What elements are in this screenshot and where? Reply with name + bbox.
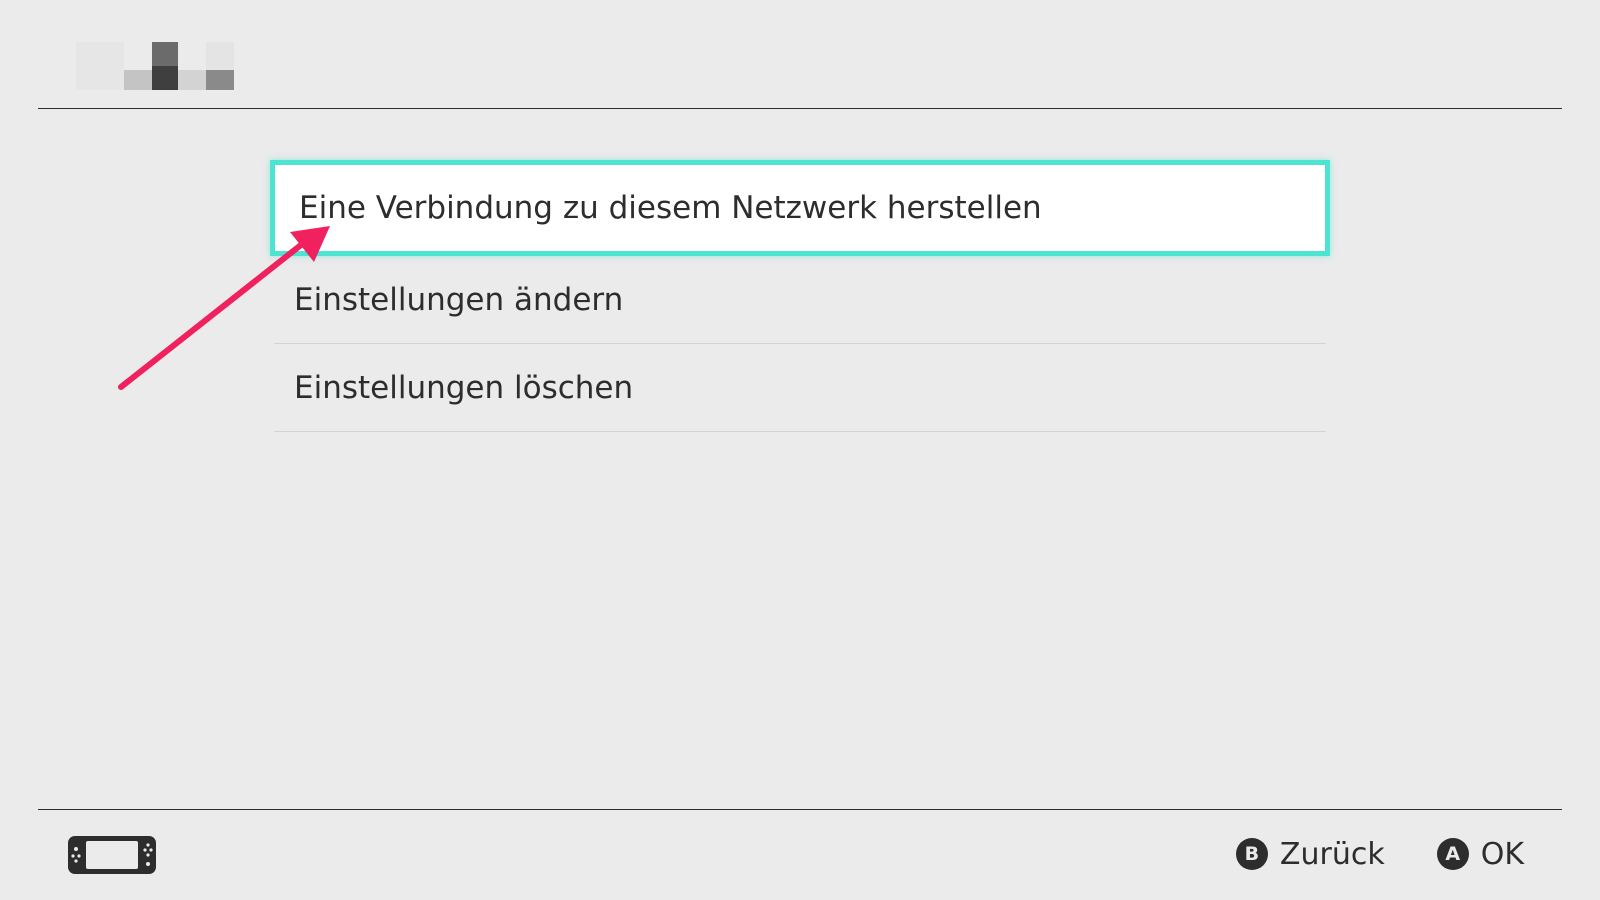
network-options-menu: Eine Verbindung zu diesem Netzwerk herst… bbox=[270, 160, 1330, 432]
menu-item-label: Eine Verbindung zu diesem Netzwerk herst… bbox=[299, 190, 1042, 226]
footer-divider bbox=[38, 809, 1562, 810]
screen: Eine Verbindung zu diesem Netzwerk herst… bbox=[0, 0, 1600, 900]
menu-item-connect[interactable]: Eine Verbindung zu diesem Netzwerk herst… bbox=[270, 160, 1330, 256]
menu-item-label: Einstellungen ändern bbox=[294, 281, 624, 318]
header bbox=[0, 0, 1600, 109]
menu-item-delete-settings[interactable]: Einstellungen löschen bbox=[274, 344, 1326, 432]
handheld-console-icon bbox=[68, 836, 156, 874]
ok-button[interactable]: A OK bbox=[1436, 836, 1524, 872]
menu-item-change-settings[interactable]: Einstellungen ändern bbox=[274, 256, 1326, 344]
footer-actions: B Zurück A OK bbox=[1235, 832, 1524, 876]
b-button-icon: B bbox=[1235, 838, 1268, 870]
a-button-icon: A bbox=[1436, 838, 1469, 870]
header-divider bbox=[38, 108, 1562, 109]
back-button[interactable]: B Zurück bbox=[1235, 836, 1385, 872]
ok-button-label: OK bbox=[1480, 836, 1524, 872]
back-button-label: Zurück bbox=[1279, 836, 1385, 872]
annotation-arrow bbox=[118, 226, 330, 390]
pixelated-logo bbox=[76, 38, 236, 94]
menu-item-label: Einstellungen löschen bbox=[294, 369, 634, 406]
